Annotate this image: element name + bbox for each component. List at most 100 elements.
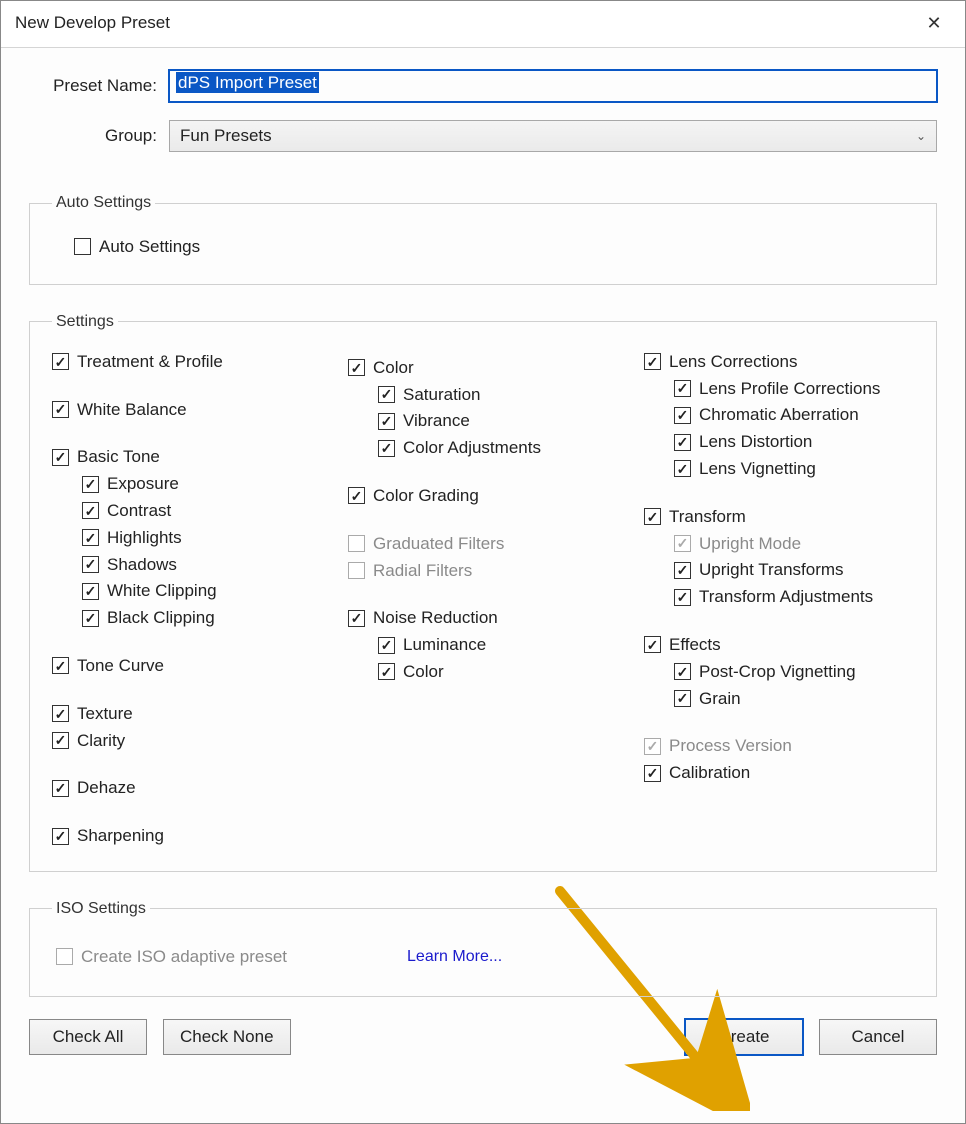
- auto-settings-label: Auto Settings: [99, 235, 200, 259]
- color-adjustments-checkbox[interactable]: [378, 440, 395, 457]
- transform-adjustments-checkbox[interactable]: [674, 589, 691, 606]
- radial-filters-checkbox: [348, 562, 365, 579]
- noise-reduction-label: Noise Reduction: [373, 606, 498, 630]
- treatment-profile-label: Treatment & Profile: [77, 350, 223, 374]
- contrast-label: Contrast: [107, 499, 171, 523]
- settings-group: Settings Treatment & Profile White Balan…: [29, 313, 937, 872]
- effects-label: Effects: [669, 633, 721, 657]
- group-select[interactable]: Fun Presets ⌄: [169, 120, 937, 152]
- luminance-checkbox[interactable]: [378, 637, 395, 654]
- upright-transforms-checkbox[interactable]: [674, 562, 691, 579]
- white-balance-label: White Balance: [77, 398, 187, 422]
- chromatic-checkbox[interactable]: [674, 407, 691, 424]
- lens-vignetting-label: Lens Vignetting: [699, 457, 816, 481]
- noise-color-checkbox[interactable]: [378, 663, 395, 680]
- color-grading-checkbox[interactable]: [348, 487, 365, 504]
- create-iso-label: Create ISO adaptive preset: [81, 945, 287, 969]
- saturation-label: Saturation: [403, 383, 481, 407]
- group-value: Fun Presets: [180, 126, 272, 146]
- tone-curve-checkbox[interactable]: [52, 657, 69, 674]
- color-label: Color: [373, 356, 414, 380]
- lens-vignetting-checkbox[interactable]: [674, 460, 691, 477]
- close-button[interactable]: ✕: [917, 9, 951, 37]
- create-iso-row: Create ISO adaptive preset: [56, 945, 287, 969]
- create-iso-checkbox: [56, 948, 73, 965]
- shadows-checkbox[interactable]: [82, 556, 99, 573]
- calibration-label: Calibration: [669, 761, 750, 785]
- transform-checkbox[interactable]: [644, 508, 661, 525]
- exposure-checkbox[interactable]: [82, 476, 99, 493]
- iso-settings-legend: ISO Settings: [52, 900, 150, 918]
- close-icon: ✕: [926, 13, 941, 34]
- preset-name-value: dPS Import Preset: [176, 72, 319, 93]
- group-label: Group:: [29, 126, 169, 146]
- sharpening-label: Sharpening: [77, 824, 164, 848]
- clarity-label: Clarity: [77, 729, 125, 753]
- color-grading-label: Color Grading: [373, 484, 479, 508]
- texture-label: Texture: [77, 702, 133, 726]
- upright-transforms-label: Upright Transforms: [699, 558, 844, 582]
- dialog-title: New Develop Preset: [15, 13, 170, 33]
- grain-checkbox[interactable]: [674, 690, 691, 707]
- white-balance-checkbox[interactable]: [52, 401, 69, 418]
- cancel-button[interactable]: Cancel: [819, 1019, 937, 1055]
- learn-more-link[interactable]: Learn More...: [407, 948, 502, 966]
- settings-legend: Settings: [52, 313, 118, 331]
- settings-col-1: Treatment & Profile White Balance Basic …: [52, 347, 322, 851]
- lens-corrections-checkbox[interactable]: [644, 353, 661, 370]
- sharpening-checkbox[interactable]: [52, 828, 69, 845]
- preset-name-input[interactable]: dPS Import Preset: [169, 70, 937, 102]
- vibrance-checkbox[interactable]: [378, 413, 395, 430]
- preset-name-row: Preset Name: dPS Import Preset: [29, 70, 937, 102]
- saturation-checkbox[interactable]: [378, 386, 395, 403]
- color-adjustments-label: Color Adjustments: [403, 436, 541, 460]
- graduated-filters-label: Graduated Filters: [373, 532, 504, 556]
- group-row: Group: Fun Presets ⌄: [29, 120, 937, 152]
- texture-checkbox[interactable]: [52, 705, 69, 722]
- exposure-label: Exposure: [107, 472, 179, 496]
- effects-checkbox[interactable]: [644, 636, 661, 653]
- noise-reduction-checkbox[interactable]: [348, 610, 365, 627]
- transform-adjustments-label: Transform Adjustments: [699, 585, 873, 609]
- black-clipping-checkbox[interactable]: [82, 610, 99, 627]
- create-button[interactable]: Create: [685, 1019, 803, 1055]
- clarity-checkbox[interactable]: [52, 732, 69, 749]
- grain-label: Grain: [699, 687, 741, 711]
- auto-settings-checkbox[interactable]: [74, 238, 91, 255]
- dialog-content: Preset Name: dPS Import Preset Group: Fu…: [1, 48, 965, 1123]
- titlebar: New Develop Preset ✕: [1, 1, 965, 48]
- radial-filters-label: Radial Filters: [373, 559, 472, 583]
- upright-mode-checkbox: [674, 535, 691, 552]
- dehaze-checkbox[interactable]: [52, 780, 69, 797]
- iso-settings-group: ISO Settings Create ISO adaptive preset …: [29, 900, 937, 997]
- color-checkbox[interactable]: [348, 359, 365, 376]
- lens-profile-checkbox[interactable]: [674, 380, 691, 397]
- luminance-label: Luminance: [403, 633, 486, 657]
- chevron-down-icon: ⌄: [916, 129, 926, 143]
- lens-distortion-checkbox[interactable]: [674, 434, 691, 451]
- black-clipping-label: Black Clipping: [107, 606, 215, 630]
- preset-name-label: Preset Name:: [29, 76, 169, 96]
- calibration-checkbox[interactable]: [644, 765, 661, 782]
- check-none-button[interactable]: Check None: [163, 1019, 291, 1055]
- post-crop-vignetting-checkbox[interactable]: [674, 663, 691, 680]
- lens-corrections-label: Lens Corrections: [669, 350, 798, 374]
- auto-settings-group: Auto Settings Auto Settings: [29, 194, 937, 285]
- check-all-button[interactable]: Check All: [29, 1019, 147, 1055]
- lens-distortion-label: Lens Distortion: [699, 430, 812, 454]
- highlights-checkbox[interactable]: [82, 529, 99, 546]
- white-clipping-checkbox[interactable]: [82, 583, 99, 600]
- transform-label: Transform: [669, 505, 746, 529]
- treatment-profile-checkbox[interactable]: [52, 353, 69, 370]
- contrast-checkbox[interactable]: [82, 502, 99, 519]
- noise-color-label: Color: [403, 660, 444, 684]
- upright-mode-label: Upright Mode: [699, 532, 801, 556]
- basic-tone-checkbox[interactable]: [52, 449, 69, 466]
- button-row: Check All Check None Create Cancel: [29, 1019, 937, 1055]
- highlights-label: Highlights: [107, 526, 182, 550]
- dehaze-label: Dehaze: [77, 776, 136, 800]
- chromatic-label: Chromatic Aberration: [699, 403, 859, 427]
- basic-tone-label: Basic Tone: [77, 445, 160, 469]
- settings-col-2: Color Saturation Vibrance Color Adjustme…: [348, 347, 618, 851]
- settings-col-3: Lens Corrections Lens Profile Correction…: [644, 347, 914, 851]
